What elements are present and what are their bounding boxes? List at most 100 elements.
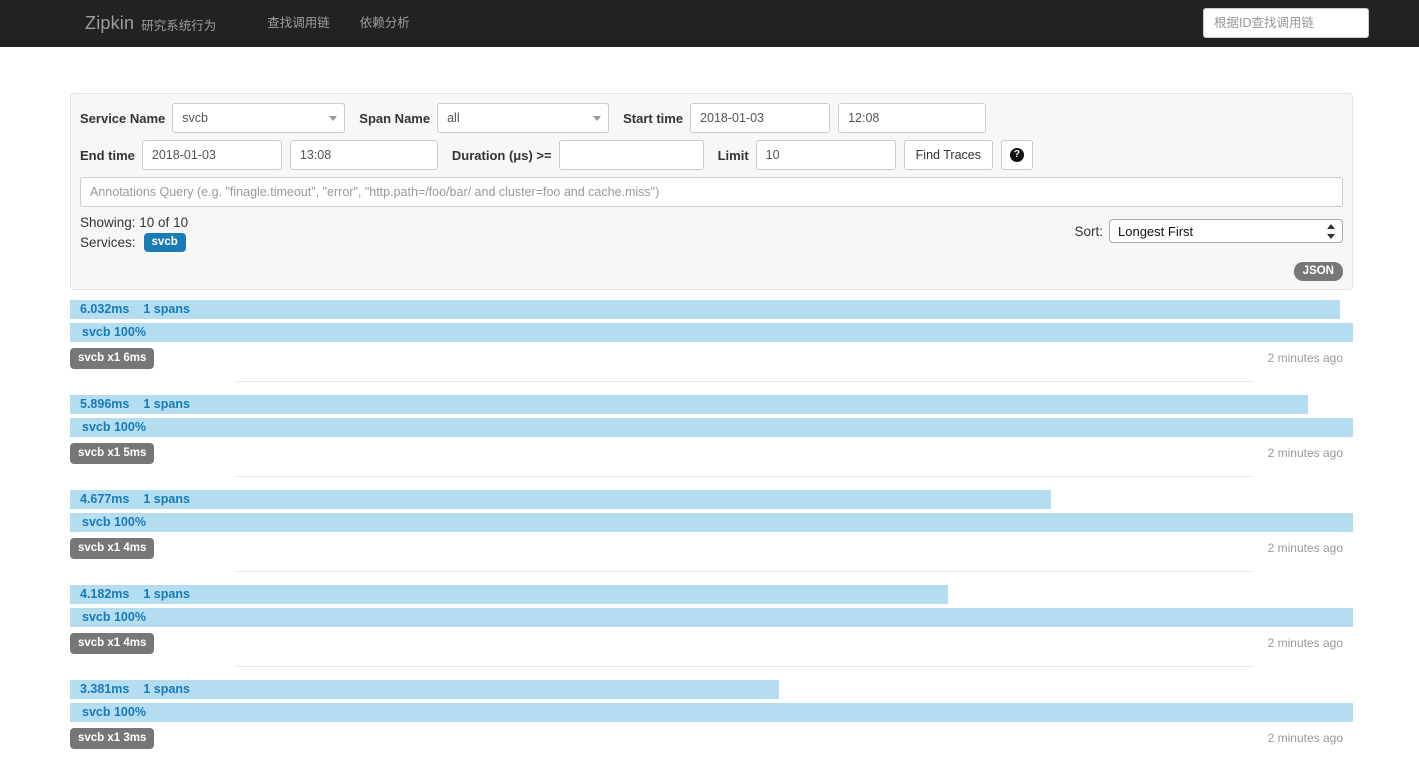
trace-duration-fill [70,490,1052,509]
trace-footer: svcb x1 3ms 2 minutes ago [70,728,1353,750]
search-panel: Service Name Span Name Start time End ti… [70,93,1353,290]
trace-duration-value: 6.032ms [80,302,130,316]
trace-duration-fill [70,585,948,604]
start-time-label: Start time [623,110,684,126]
trace-duration-value: 3.381ms [80,682,130,696]
find-traces-button[interactable]: Find Traces [903,140,993,170]
duration-input[interactable] [558,140,704,170]
trace-service-percent: svcb 100% [82,515,146,529]
trace-span-count: 1 spans [143,587,190,601]
limit-input[interactable] [755,140,896,170]
sort-select-value: Longest First [1118,224,1194,239]
trace-row[interactable]: 4.677ms 1 spans svcb 100% svcb x1 4ms 2 m… [70,490,1353,585]
sort-label: Sort: [1074,223,1103,239]
trace-duration-text: 3.381ms 1 spans [80,680,190,699]
json-row: JSON [80,261,1343,281]
trace-separator [235,666,1254,667]
trace-duration-text: 6.032ms 1 spans [80,300,190,319]
sort-select[interactable]: Longest First [1109,219,1343,243]
trace-service-bar[interactable]: svcb 100% [70,418,1353,437]
trace-footer: svcb x1 4ms 2 minutes ago [70,633,1353,655]
brand-subtitle: 研究系统行为 [141,19,217,33]
trace-duration-bar[interactable]: 4.677ms 1 spans [70,490,1353,509]
service-name-select[interactable] [172,103,346,133]
trace-service-chip[interactable]: svcb x1 5ms [70,443,155,464]
sort-control: Sort: Longest First [1074,219,1343,243]
trace-service-chip[interactable]: svcb x1 3ms [70,728,155,749]
trace-duration-text: 4.677ms 1 spans [80,490,190,509]
trace-duration-text: 4.182ms 1 spans [80,585,190,604]
trace-span-count: 1 spans [143,302,190,316]
brand-logo[interactable]: Zipkin [85,13,134,34]
help-button[interactable]: ? [1000,140,1033,170]
trace-separator [235,381,1254,382]
trace-row[interactable]: 4.182ms 1 spans svcb 100% svcb x1 4ms 2 m… [70,585,1353,680]
trace-timestamp: 2 minutes ago [1267,351,1343,365]
trace-duration-fill [70,300,1341,319]
trace-duration-bar[interactable]: 6.032ms 1 spans [70,300,1353,319]
trace-id-search-input[interactable] [1203,8,1369,38]
trace-service-percent: svcb 100% [82,420,146,434]
trace-service-chip[interactable]: svcb x1 4ms [70,633,155,654]
trace-duration-value: 4.677ms [80,492,130,506]
service-name-label: Service Name [80,110,166,126]
span-name-label: Span Name [359,110,431,126]
service-filter-badge[interactable]: svcb [143,233,186,252]
sort-spinner-icon [1326,224,1335,239]
trace-service-bar[interactable]: svcb 100% [70,513,1353,532]
duration-label: Duration (μs) >= [451,147,552,163]
navbar: Zipkin 研究系统行为 查找调用链 依赖分析 [0,0,1419,47]
start-clock-input[interactable] [838,103,987,133]
trace-duration-bar[interactable]: 3.381ms 1 spans [70,680,1353,699]
nav-link-dependencies[interactable]: 依赖分析 [345,0,425,47]
trace-timestamp: 2 minutes ago [1267,636,1343,650]
navbar-search [1203,8,1369,38]
annotations-query-row [80,177,1343,207]
start-date-input[interactable] [690,103,831,133]
trace-span-count: 1 spans [143,492,190,506]
trace-timestamp: 2 minutes ago [1267,446,1343,460]
trace-service-bar[interactable]: svcb 100% [70,608,1353,627]
end-clock-input[interactable] [289,140,438,170]
trace-span-count: 1 spans [143,397,190,411]
trace-service-bar[interactable]: svcb 100% [70,323,1353,342]
service-name-value[interactable] [172,103,346,133]
search-form-row-2: End time Duration (μs) >= Limit Find Tra… [80,140,1343,170]
trace-timestamp: 2 minutes ago [1267,541,1343,555]
trace-duration-bar[interactable]: 5.896ms 1 spans [70,395,1353,414]
annotations-query-input[interactable] [80,177,1343,207]
nav-link-find-traces[interactable]: 查找调用链 [252,0,345,47]
trace-duration-text: 5.896ms 1 spans [80,395,190,414]
json-button[interactable]: JSON [1293,261,1343,281]
services-label: Services: [80,234,136,250]
trace-service-percent: svcb 100% [82,325,146,339]
question-mark-icon: ? [1009,148,1024,162]
trace-separator [235,476,1254,477]
trace-duration-bar[interactable]: 4.182ms 1 spans [70,585,1353,604]
trace-duration-fill [70,395,1309,414]
trace-service-bar[interactable]: svcb 100% [70,703,1353,722]
trace-footer: svcb x1 4ms 2 minutes ago [70,538,1353,560]
span-name-select[interactable] [437,103,610,133]
trace-footer: svcb x1 5ms 2 minutes ago [70,443,1353,465]
end-date-input[interactable] [141,140,282,170]
trace-service-chip[interactable]: svcb x1 6ms [70,348,155,369]
trace-row[interactable]: 5.896ms 1 spans svcb 100% svcb x1 5ms 2 m… [70,395,1353,490]
trace-service-percent: svcb 100% [82,610,146,624]
nav-links: 查找调用链 依赖分析 [252,0,425,47]
trace-duration-value: 5.896ms [80,397,130,411]
search-form-row-1: Service Name Span Name Start time [80,103,1343,133]
trace-row[interactable]: 3.381ms 1 spans svcb 100% svcb x1 3ms 2 m… [70,680,1353,775]
end-time-label: End time [80,147,135,163]
trace-service-percent: svcb 100% [82,705,146,719]
trace-footer: svcb x1 6ms 2 minutes ago [70,348,1353,370]
trace-duration-value: 4.182ms [80,587,130,601]
trace-row[interactable]: 6.032ms 1 spans svcb 100% svcb x1 6ms 2 m… [70,300,1353,395]
trace-separator [235,571,1254,572]
results-meta-row: Showing: 10 of 10 Services: svcb Sort: L… [80,215,1343,281]
trace-service-chip[interactable]: svcb x1 4ms [70,538,155,559]
trace-span-count: 1 spans [143,682,190,696]
span-name-value[interactable] [437,103,610,133]
trace-results-list: 6.032ms 1 spans svcb 100% svcb x1 6ms 2 m… [70,300,1353,775]
limit-label: Limit [717,147,749,163]
